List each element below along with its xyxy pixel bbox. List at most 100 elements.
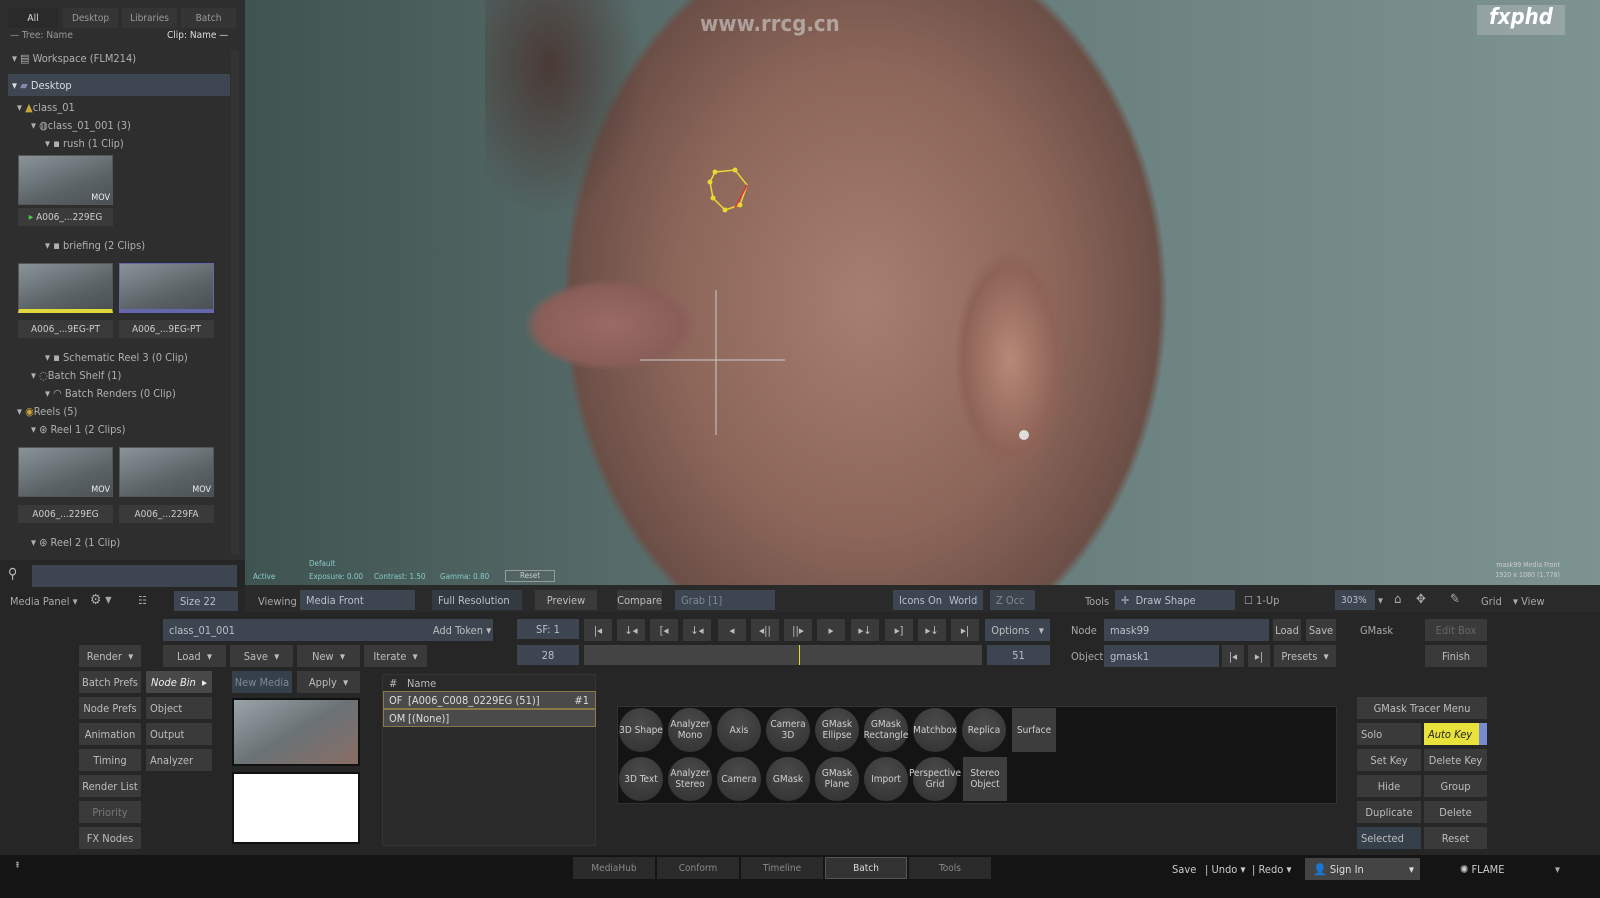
- table-row[interactable]: OF [A006_C008_0229EG (51)] #1: [383, 691, 596, 709]
- tab-batch[interactable]: Batch: [181, 8, 236, 28]
- compare-button[interactable]: Compare: [617, 590, 662, 610]
- tree-desktop[interactable]: ▾ ▰ Desktop: [12, 79, 72, 92]
- world-button[interactable]: World: [943, 590, 983, 610]
- node-3d-shape[interactable]: 3D Shape: [619, 708, 663, 752]
- node-perspective-grid[interactable]: Perspective Grid: [909, 757, 961, 801]
- node-stereo-object[interactable]: Stereo Object: [963, 757, 1007, 801]
- clip-thumbnail[interactable]: MOV: [18, 447, 113, 497]
- tab-conform[interactable]: Conform: [657, 857, 739, 879]
- new-button[interactable]: New ▾: [297, 645, 360, 667]
- viewer[interactable]: www.rrcg.cn fxphd Default Active Exposur…: [245, 0, 1600, 585]
- goto-out-button[interactable]: ▸]: [885, 619, 913, 641]
- list-view-icon[interactable]: ☷: [138, 594, 147, 607]
- object-button[interactable]: Object: [146, 697, 212, 719]
- scrollbar[interactable]: [231, 50, 239, 555]
- tree-reel1[interactable]: ▾ ⊛ Reel 1 (2 Clips): [31, 423, 125, 436]
- draw-shape-select[interactable]: ✛ Draw Shape: [1115, 590, 1235, 610]
- z-occ-button[interactable]: Z Occ: [990, 590, 1035, 610]
- delete-button[interactable]: Delete: [1424, 801, 1487, 823]
- clip-name[interactable]: ▸ A006_...229EG: [18, 208, 113, 226]
- panel-toggle-icon[interactable]: ⇞: [14, 861, 21, 871]
- iterate-button[interactable]: Iterate ▾: [364, 645, 427, 667]
- tree-batch-renders[interactable]: ▾ ◠ Batch Renders (0 Clip): [45, 387, 176, 400]
- tab-desktop[interactable]: Desktop: [63, 8, 118, 28]
- node-prefs-button[interactable]: Node Prefs: [79, 697, 141, 719]
- clip-name[interactable]: A006_...229EG: [18, 505, 113, 523]
- hide-button[interactable]: Hide: [1357, 775, 1421, 797]
- preview-button[interactable]: Preview: [535, 590, 597, 610]
- timeline-scrubber[interactable]: [584, 645, 982, 665]
- grab-field[interactable]: Grab [1]: [675, 590, 775, 610]
- tab-tools[interactable]: Tools: [909, 857, 991, 879]
- playhead[interactable]: [798, 645, 800, 665]
- add-token-dropdown[interactable]: Add Token ▾: [431, 619, 493, 641]
- zoom-field[interactable]: 303%: [1335, 590, 1375, 610]
- clip-thumbnail[interactable]: [119, 263, 214, 313]
- app-menu-dropdown-icon[interactable]: ▾: [1555, 863, 1560, 876]
- node-load-button[interactable]: Load: [1273, 619, 1301, 641]
- save-button[interactable]: Save ▾: [230, 645, 293, 667]
- finish-button[interactable]: Finish: [1425, 645, 1487, 667]
- tab-all[interactable]: All: [8, 8, 58, 28]
- load-button[interactable]: Load ▾: [163, 645, 226, 667]
- table-row[interactable]: OM [(None)]: [383, 709, 596, 727]
- fit-icon[interactable]: ✥: [1416, 592, 1426, 607]
- prev-object-button[interactable]: |◂: [1222, 645, 1244, 667]
- options-dropdown[interactable]: Options ▾: [985, 619, 1050, 641]
- priority-button[interactable]: Priority: [79, 801, 141, 823]
- duplicate-button[interactable]: Duplicate: [1357, 801, 1421, 823]
- node-gmask-plane[interactable]: GMask Plane: [815, 757, 859, 801]
- gmask-shape[interactable]: [625, 140, 785, 440]
- tree-batch-shelf[interactable]: ▾ ◌Batch Shelf (1): [31, 369, 121, 382]
- tab-libraries[interactable]: Libraries: [122, 8, 177, 28]
- eyedropper-icon[interactable]: ✎: [1450, 592, 1460, 607]
- reset-button[interactable]: Reset: [505, 570, 555, 582]
- batch-prefs-button[interactable]: Batch Prefs: [79, 671, 141, 693]
- presets-dropdown[interactable]: Presets ▾: [1274, 645, 1336, 667]
- new-media-button[interactable]: New Media: [232, 671, 292, 693]
- tree-briefing[interactable]: ▾ ▪ briefing (2 Clips): [45, 239, 145, 252]
- apply-button[interactable]: Apply ▾: [297, 671, 360, 693]
- clip-name[interactable]: A006_...9EG-PT: [119, 320, 214, 338]
- prev-key-button[interactable]: ↓◂: [683, 619, 711, 641]
- footer-save-button[interactable]: Save: [1172, 863, 1196, 876]
- start-frame-field[interactable]: SF: 1: [517, 619, 579, 639]
- tree-class01[interactable]: ▾ ▲class_01: [17, 101, 75, 114]
- gear-icon[interactable]: ⚙ ▾: [90, 592, 112, 608]
- node-bin-button[interactable]: Node Bin ▸: [146, 671, 212, 693]
- grid-button[interactable]: Grid: [1481, 595, 1502, 608]
- output-button[interactable]: Output: [146, 723, 212, 745]
- node-gmask-ellipse[interactable]: GMask Ellipse: [815, 708, 859, 752]
- play-forward-button[interactable]: ||▸: [784, 619, 812, 641]
- next-key-button[interactable]: ▸↓: [851, 619, 879, 641]
- render-button[interactable]: Render ▾: [79, 645, 141, 667]
- timing-button[interactable]: Timing: [79, 749, 141, 771]
- selected-toggle[interactable]: Selected: [1357, 827, 1421, 849]
- batch-name-input[interactable]: class_01_001: [163, 619, 431, 641]
- end-frame-field[interactable]: 51: [987, 645, 1050, 665]
- tab-mediahub[interactable]: MediaHub: [573, 857, 655, 879]
- render-list-button[interactable]: Render List: [79, 775, 141, 797]
- viewing-select[interactable]: Media Front: [300, 590, 415, 610]
- clip-thumbnail[interactable]: [18, 263, 113, 313]
- analyzer-button[interactable]: Analyzer: [146, 749, 212, 771]
- goto-in-button[interactable]: [◂: [650, 619, 678, 641]
- auto-key-toggle[interactable]: Auto Key: [1424, 723, 1487, 745]
- zoom-dropdown-icon[interactable]: ▾: [1378, 594, 1383, 607]
- tree-sort[interactable]: — Tree: Name: [10, 30, 73, 41]
- tab-timeline[interactable]: Timeline: [741, 857, 823, 879]
- tree-rush[interactable]: ▾ ▪ rush (1 Clip): [45, 137, 124, 150]
- tree-class01-001[interactable]: ▾ ◍class_01_001 (3): [31, 119, 131, 132]
- clip-thumbnail[interactable]: MOV: [18, 155, 113, 205]
- tree-workspace[interactable]: ▾ ▤ Workspace (FLM214): [12, 52, 136, 65]
- node-import[interactable]: Import: [864, 757, 908, 801]
- step-forward-button[interactable]: ▸: [817, 619, 845, 641]
- next-keyframe-button[interactable]: ▸↓: [918, 619, 946, 641]
- tree-reels[interactable]: ▾ ◉Reels (5): [17, 405, 77, 418]
- object-name-input[interactable]: gmask1: [1104, 645, 1219, 667]
- goto-end-button[interactable]: ▸|: [951, 619, 979, 641]
- node-gmask-rectangle[interactable]: GMask Rectangle: [864, 708, 908, 752]
- flame-app-menu[interactable]: ✺ FLAME: [1460, 863, 1504, 876]
- reset-button[interactable]: Reset: [1424, 827, 1487, 849]
- icons-on-button[interactable]: Icons On: [893, 590, 943, 610]
